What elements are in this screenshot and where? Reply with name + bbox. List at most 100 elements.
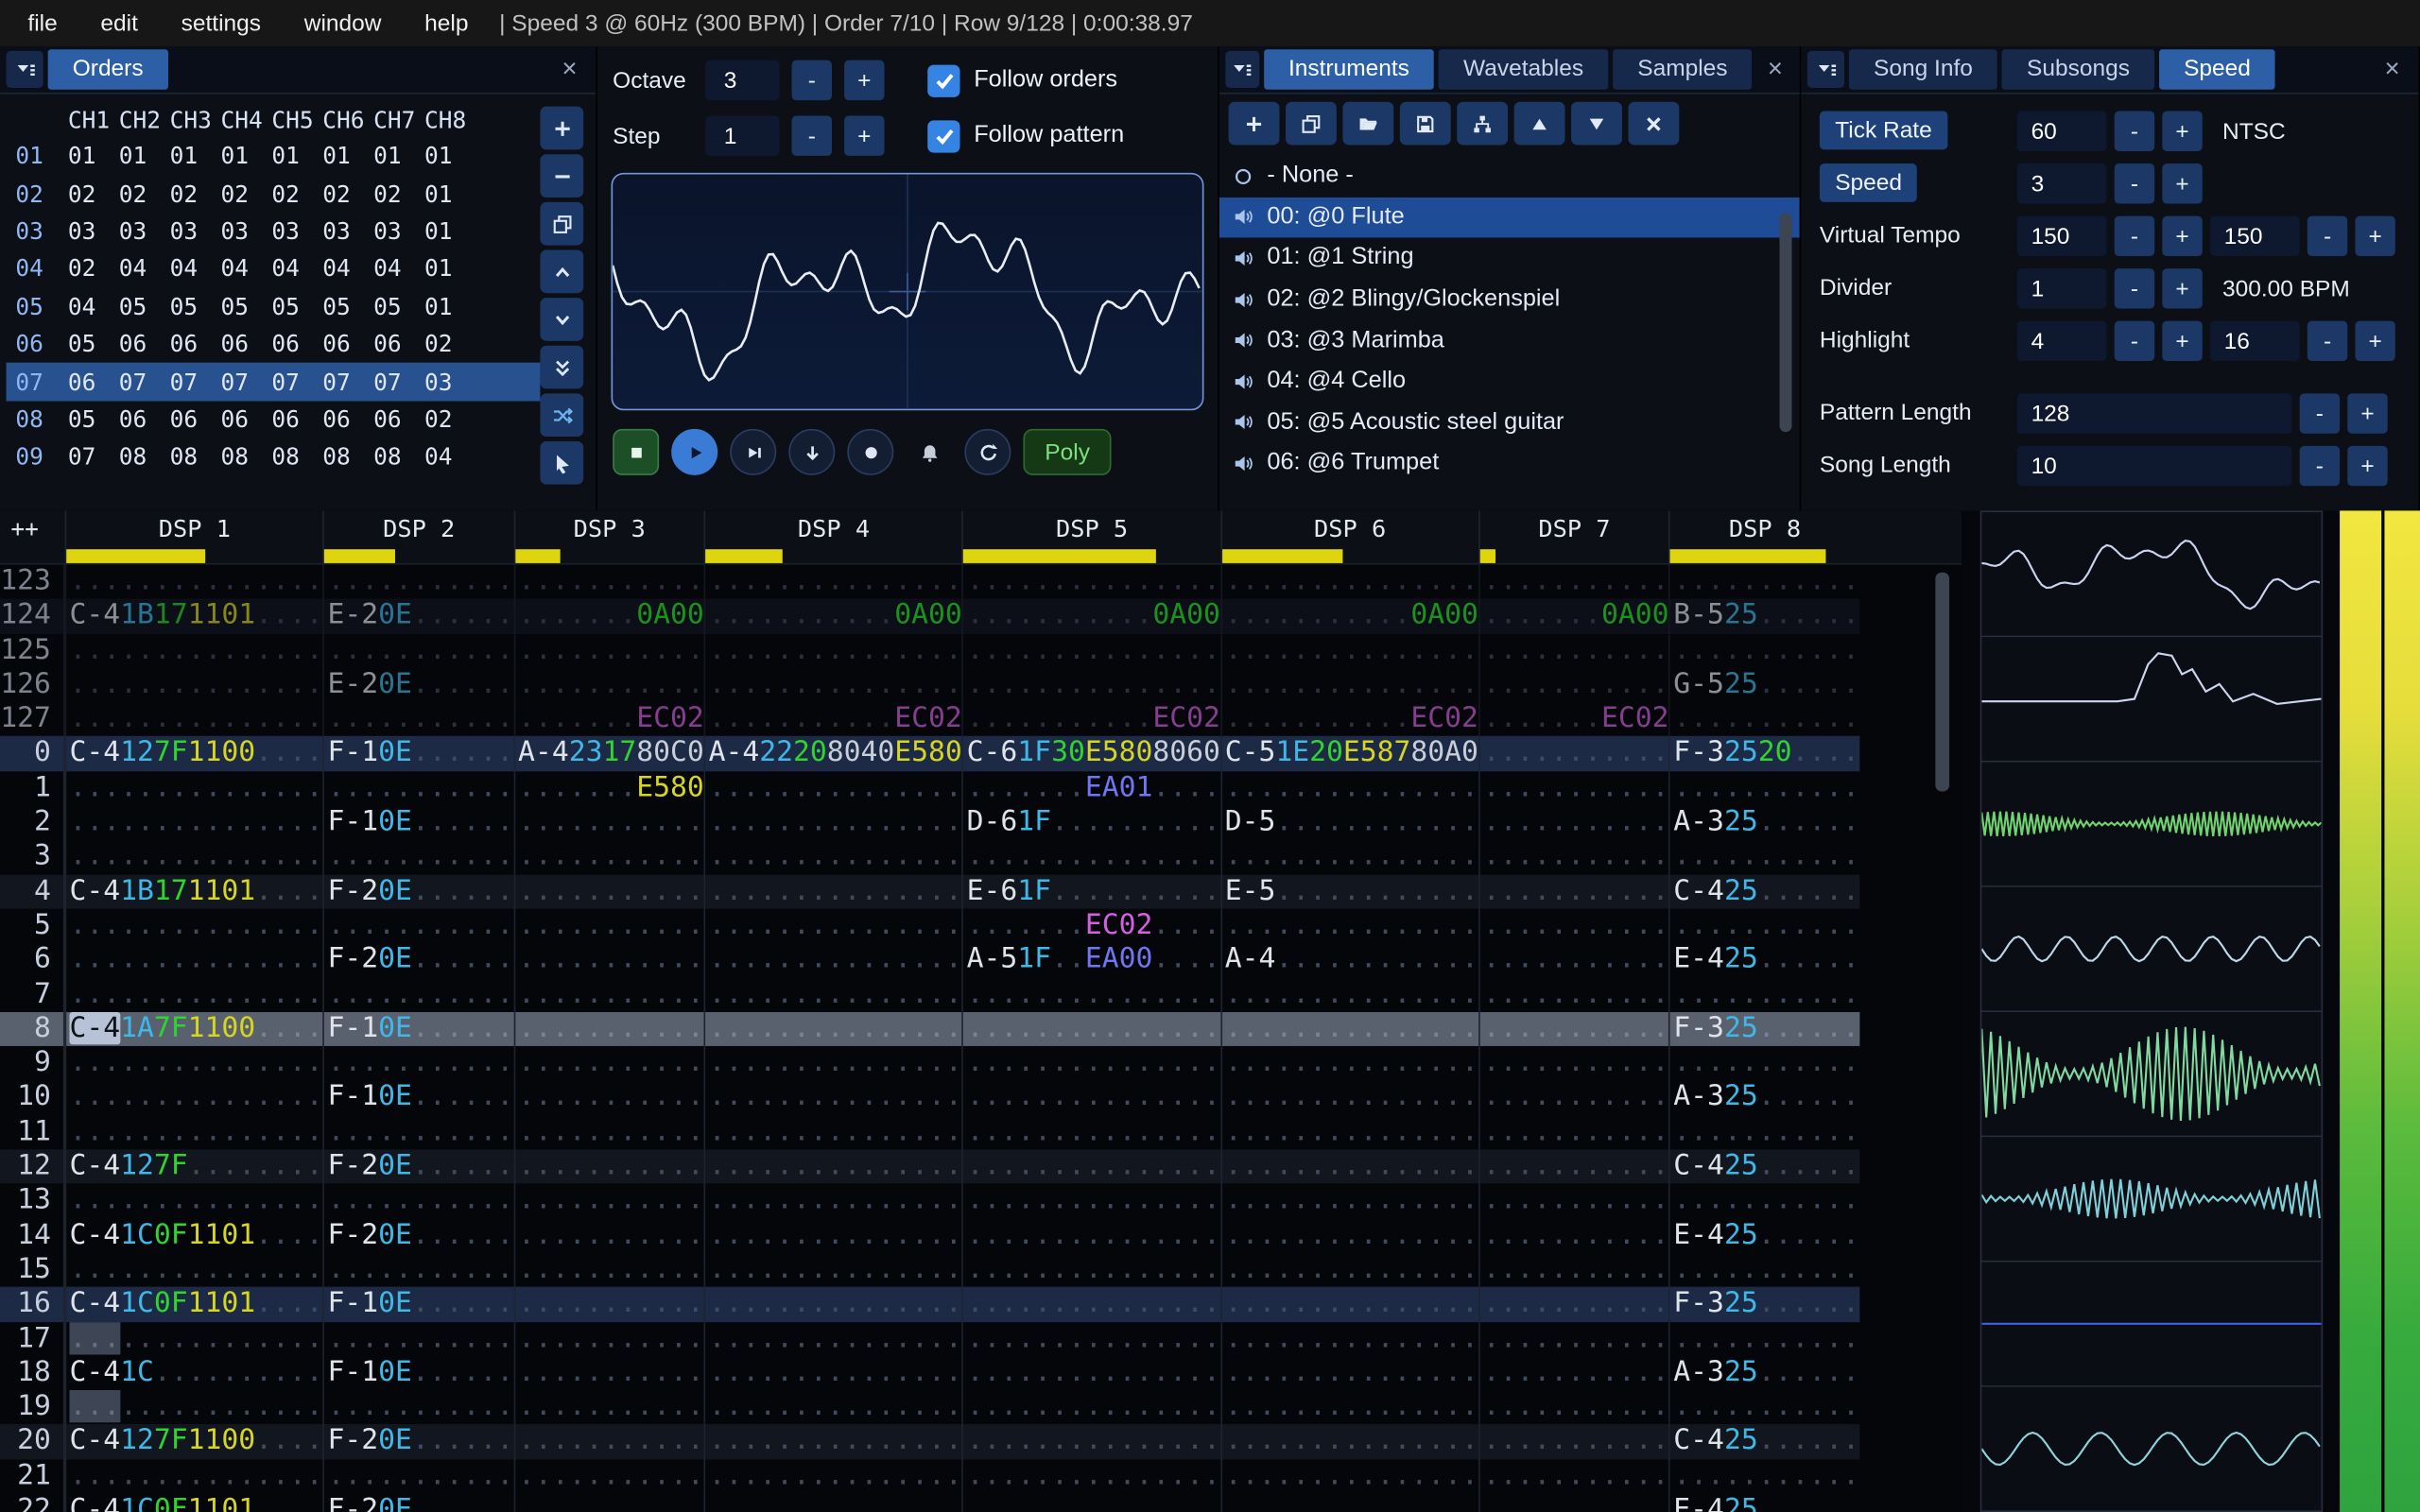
pattern-cell[interactable]: ...........EC02 <box>1219 702 1478 737</box>
metronome-button[interactable] <box>906 429 952 475</box>
tab-wavetables[interactable]: Wavetables <box>1438 49 1609 90</box>
order-cell[interactable]: 08 <box>271 443 322 471</box>
order-row[interactable]: 05 04 05 05 05 05 05 05 01 <box>7 288 541 326</box>
pattern-cell[interactable]: ........... <box>1478 1424 1668 1460</box>
tab-song-info[interactable]: Song Info <box>1848 49 1998 90</box>
order-cell[interactable]: 07 <box>373 368 424 395</box>
order-cell[interactable]: 05 <box>373 293 424 320</box>
play-button[interactable] <box>671 428 718 475</box>
pattern-cell[interactable]: ........... <box>1478 1046 1668 1081</box>
pattern-cell[interactable]: ............... <box>64 839 323 875</box>
pattern-cell[interactable]: ............... <box>1219 839 1478 875</box>
pattern-cell[interactable]: ........... <box>1478 977 1668 1012</box>
pattern-cell[interactable]: ........... <box>513 1355 704 1391</box>
poly-toggle-button[interactable]: Poly <box>1023 428 1112 475</box>
instrument-duplicate-button[interactable] <box>1285 101 1337 146</box>
pattern-cell[interactable]: E-425...... <box>1668 1493 1859 1512</box>
pattern-cell[interactable]: C-41C0F1101.... <box>64 1493 323 1512</box>
instrument-list-scrollbar[interactable] <box>1779 213 1792 433</box>
step-decrement-button[interactable]: - <box>791 115 832 156</box>
pattern-cell[interactable]: ............... <box>961 1424 1220 1460</box>
order-cell[interactable]: 06 <box>220 331 271 358</box>
pattern-cell[interactable]: ........... <box>513 1287 704 1322</box>
order-row[interactable]: 08 05 06 06 06 06 06 06 02 <box>7 401 541 438</box>
pattern-cell[interactable]: ........... <box>322 1114 513 1150</box>
pattern-cell[interactable]: ............... <box>961 1390 1220 1425</box>
channel-header[interactable]: DSP 6 <box>1219 510 1478 563</box>
pattern-cell[interactable]: ............... <box>64 1390 323 1425</box>
pattern-row[interactable]: 21......................................… <box>0 1459 1859 1494</box>
order-cell[interactable]: 06 <box>373 405 424 433</box>
order-cell[interactable]: 06 <box>119 331 170 358</box>
pattern-cell[interactable]: ........... <box>1478 839 1668 875</box>
pattern-cell[interactable]: C-425...... <box>1668 874 1859 909</box>
order-cell[interactable]: 01 <box>424 217 475 245</box>
pattern-cell[interactable]: ........... <box>322 1252 513 1288</box>
pattern-cell[interactable]: ............... <box>961 1493 1220 1512</box>
pattern-cell[interactable]: ........... <box>513 1149 704 1184</box>
pattern-cell[interactable]: F-32520.... <box>1668 736 1859 771</box>
pattern-cell[interactable]: F-20E...... <box>322 1424 513 1460</box>
orders-remove-button[interactable] <box>540 154 584 198</box>
channel-header[interactable]: DSP 2 <box>322 510 514 563</box>
pattern-row[interactable]: 12 C-4127F........ F-20E..................… <box>0 1149 1859 1184</box>
pattern-cell[interactable]: ............... <box>703 1183 962 1219</box>
pattern-cell[interactable]: ........... <box>1478 667 1668 703</box>
pattern-row[interactable]: 16 C-41C0F1101.... F-10E..................… <box>0 1287 1859 1322</box>
pattern-cell[interactable]: ............... <box>64 1459 323 1494</box>
pattern-length-increment-button[interactable]: + <box>2347 393 2388 434</box>
instrument-item[interactable]: 01: @1 String <box>1219 238 1800 279</box>
pattern-cell[interactable]: ............... <box>961 1114 1220 1150</box>
order-cell[interactable]: 05 <box>322 293 373 320</box>
tick-rate-increment-button[interactable]: + <box>2162 111 2203 151</box>
pattern-cell[interactable]: ........... <box>513 874 704 909</box>
order-cell[interactable]: 04 <box>424 443 475 471</box>
pattern-cell[interactable]: ............... <box>703 1252 962 1288</box>
order-cell[interactable]: 02 <box>424 405 475 433</box>
order-cell[interactable]: 06 <box>373 331 424 358</box>
orders-add-button[interactable] <box>540 106 584 150</box>
pattern-cell[interactable]: ........... <box>1478 1287 1668 1322</box>
order-cell[interactable]: 06 <box>271 405 322 433</box>
pattern-cell[interactable]: ........... <box>1478 736 1668 771</box>
pattern-cell[interactable]: C-425...... <box>1668 1149 1859 1184</box>
pattern-row[interactable]: 0 C-4127F1100.... F-10E...... A-4231780C0 A-… <box>0 736 1859 771</box>
pattern-row[interactable]: 9.......................................… <box>0 1046 1859 1081</box>
pattern-cell[interactable]: C-41A7F1100.... <box>64 1011 323 1047</box>
pattern-cell[interactable]: .......EC02 <box>1478 702 1668 737</box>
pattern-row[interactable]: 6............... F-20E...................… <box>0 942 1859 978</box>
pattern-cell[interactable]: ............... <box>961 977 1220 1012</box>
pattern-cell[interactable]: F-325...... <box>1668 1287 1859 1322</box>
instrument-item[interactable]: 04: @4 Cello <box>1219 361 1800 402</box>
pattern-cell[interactable]: ............... <box>961 667 1220 703</box>
tab-subsongs[interactable]: Subsongs <box>2001 49 2155 90</box>
pattern-cell[interactable]: ........... <box>1478 1218 1668 1253</box>
pattern-cell[interactable]: ............... <box>961 1046 1220 1081</box>
pattern-cell[interactable]: ............... <box>1219 1046 1478 1081</box>
order-cell[interactable]: 05 <box>220 293 271 320</box>
speed-value[interactable]: 3 <box>2016 163 2107 204</box>
pattern-cell[interactable]: ............... <box>961 1149 1220 1184</box>
repeat-pattern-button[interactable] <box>964 428 1011 475</box>
pattern-cell[interactable]: ........... <box>1478 805 1668 840</box>
pattern-cell[interactable]: A-325...... <box>1668 1080 1859 1115</box>
order-cell[interactable]: 01 <box>68 143 119 170</box>
step-row-button[interactable] <box>788 428 836 475</box>
order-cell[interactable]: 02 <box>119 180 170 207</box>
channel-header[interactable]: DSP 3 <box>513 510 704 563</box>
pattern-cell[interactable]: ........... <box>513 564 704 599</box>
pattern-cell[interactable]: ........... <box>513 839 704 875</box>
pattern-cell[interactable]: ........... <box>1668 1114 1859 1150</box>
virtual-tempo-value[interactable]: 150 <box>2016 215 2107 257</box>
pattern-cell[interactable]: ............... <box>64 908 323 943</box>
pattern-cell[interactable]: ........... <box>322 1046 513 1081</box>
pattern-cell[interactable]: F-20E...... <box>322 942 513 978</box>
close-icon[interactable]: × <box>549 54 589 85</box>
pattern-cell[interactable]: ............... <box>703 977 962 1012</box>
pattern-cell[interactable]: ...........0A00 <box>703 598 962 634</box>
pattern-cell[interactable]: ........... <box>1478 1459 1668 1494</box>
order-cell[interactable]: 05 <box>170 293 221 320</box>
order-cell[interactable]: 07 <box>68 443 119 471</box>
pattern-cell[interactable]: ............... <box>1219 1080 1478 1115</box>
pattern-cell[interactable]: ............... <box>703 839 962 875</box>
